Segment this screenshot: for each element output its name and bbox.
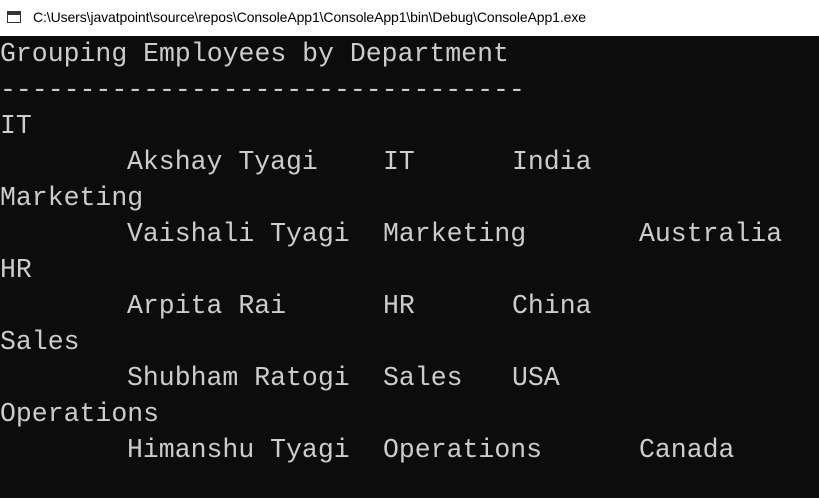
- window-title: C:\Users\javatpoint\source\repos\Console…: [33, 9, 586, 25]
- console-window-icon: [7, 11, 21, 23]
- employee-name: Akshay Tyagi: [127, 147, 318, 177]
- title-bar[interactable]: C:\Users\javatpoint\source\repos\Console…: [0, 0, 819, 36]
- employee-country: USA: [512, 363, 560, 393]
- employee-row: Shubham Ratogi Sales USA: [0, 360, 819, 396]
- separator-line: ---------------------------------: [0, 75, 525, 105]
- heading-line: Grouping Employees by Department: [0, 39, 509, 69]
- employee-country: China: [512, 291, 592, 321]
- employee-department: HR: [383, 291, 415, 321]
- employee-row: Himanshu Tyagi Operations Canada: [0, 432, 819, 468]
- employee-name: Shubham Ratogi: [127, 363, 350, 393]
- employee-country: Australia: [639, 219, 783, 249]
- group-header-operations: Operations: [0, 399, 160, 429]
- employee-row: Arpita Rai HR China: [0, 288, 819, 324]
- employee-department: IT: [383, 147, 415, 177]
- employee-department: Sales: [383, 363, 463, 393]
- employee-name: Arpita Rai: [127, 291, 287, 321]
- employee-country: Canada: [639, 435, 735, 465]
- employee-row: Vaishali Tyagi Marketing Australia: [0, 216, 819, 252]
- employee-department: Marketing: [383, 219, 527, 249]
- group-header-it: IT: [0, 111, 32, 141]
- console-output[interactable]: Grouping Employees by Department -------…: [0, 36, 819, 498]
- group-header-sales: Sales: [0, 327, 80, 357]
- employee-department: Operations: [383, 435, 543, 465]
- employee-name: Vaishali Tyagi: [127, 219, 350, 249]
- group-header-hr: HR: [0, 255, 32, 285]
- employee-name: Himanshu Tyagi: [127, 435, 350, 465]
- employee-row: Akshay Tyagi IT India: [0, 144, 819, 180]
- group-header-marketing: Marketing: [0, 183, 144, 213]
- employee-country: India: [512, 147, 592, 177]
- console-window: C:\Users\javatpoint\source\repos\Console…: [0, 0, 819, 498]
